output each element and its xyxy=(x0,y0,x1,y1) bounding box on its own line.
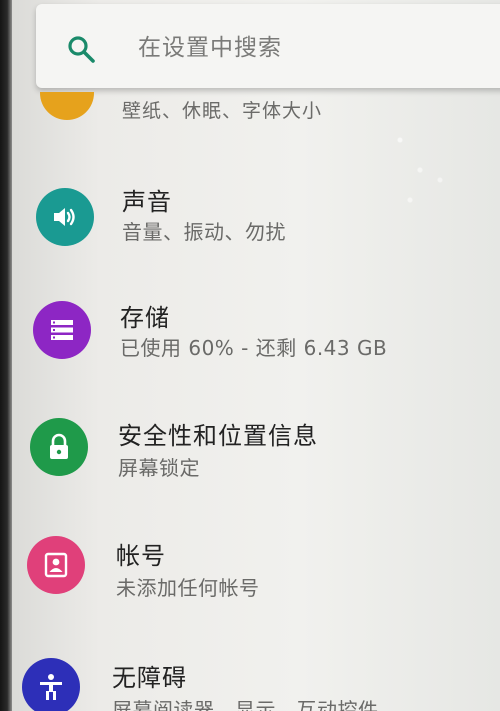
settings-item-sound[interactable]: 声音 音量、振动、勿扰 xyxy=(0,160,500,270)
settings-item-subtitle: 屏幕锁定 xyxy=(118,456,200,480)
search-bar[interactable]: 在设置中搜索 xyxy=(36,4,500,88)
search-icon xyxy=(66,34,96,64)
storage-icon xyxy=(33,301,91,359)
display-icon xyxy=(40,92,94,120)
volume-icon xyxy=(36,188,94,246)
settings-item-title: 安全性和位置信息 xyxy=(118,422,318,450)
settings-item-subtitle: 未添加任何帐号 xyxy=(116,576,260,600)
search-placeholder[interactable]: 在设置中搜索 xyxy=(138,28,282,62)
settings-item-title: 存储 xyxy=(120,304,170,332)
settings-item-accounts[interactable]: 帐号 未添加任何帐号 xyxy=(0,510,500,620)
settings-item-display[interactable]: 壁纸、休眠、字体大小 xyxy=(0,92,500,132)
account-icon xyxy=(27,536,85,594)
settings-item-security[interactable]: 安全性和位置信息 屏幕锁定 xyxy=(0,392,500,502)
accessibility-icon xyxy=(22,658,80,711)
settings-item-subtitle: 屏幕阅读器、显示、互动控件 xyxy=(112,698,379,711)
lock-icon xyxy=(30,418,88,476)
settings-item-storage[interactable]: 存储 已使用 60% - 还剩 6.43 GB xyxy=(0,274,500,384)
settings-item-subtitle: 音量、振动、勿扰 xyxy=(122,220,286,244)
settings-screen: 在设置中搜索 壁纸、休眠、字体大小 声音 音量、振动、勿扰 存储 已使用 60%… xyxy=(0,0,500,711)
settings-item-title: 无障碍 xyxy=(112,664,187,692)
settings-item-accessibility[interactable]: 无障碍 屏幕阅读器、显示、互动控件 xyxy=(0,628,500,711)
settings-item-title: 帐号 xyxy=(116,542,166,570)
settings-item-subtitle: 已使用 60% - 还剩 6.43 GB xyxy=(120,336,388,360)
settings-item-subtitle: 壁纸、休眠、字体大小 xyxy=(122,100,323,122)
settings-item-title: 声音 xyxy=(122,188,172,216)
